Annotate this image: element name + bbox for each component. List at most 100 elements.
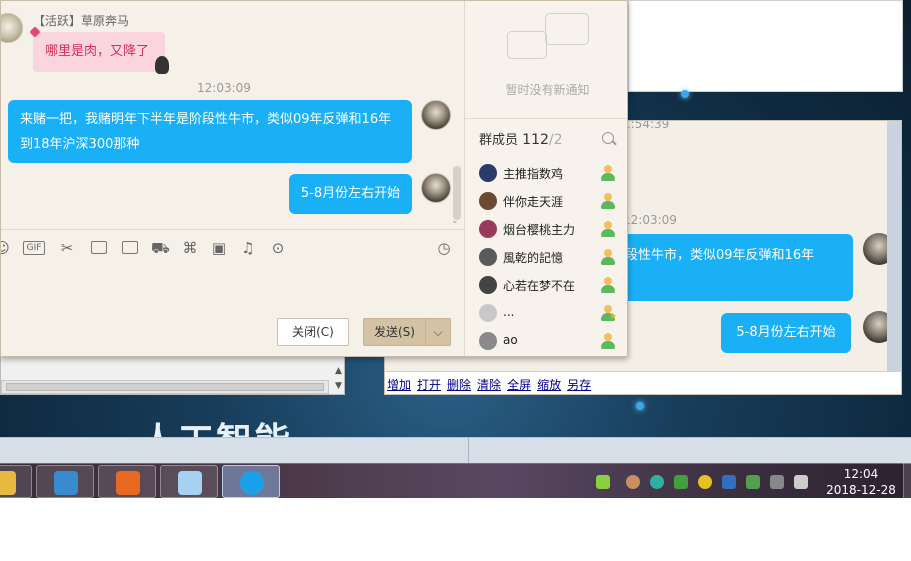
member-avatar: [479, 192, 497, 210]
scrollbar-thumb[interactable]: [6, 383, 324, 391]
link-clear[interactable]: 清除: [477, 378, 501, 392]
member-role-icon: [600, 220, 616, 238]
member-role-star-icon: ★: [600, 304, 617, 322]
link-open[interactable]: 打开: [417, 378, 441, 392]
member-name: 主推指数鸡: [503, 167, 564, 181]
scroll-down-icon[interactable]: ⌄: [451, 216, 459, 226]
member-role-icon: [600, 248, 616, 266]
search-icon[interactable]: [602, 132, 614, 144]
sync-icon[interactable]: [650, 475, 664, 489]
member-avatar: [479, 276, 497, 294]
scissors-icon[interactable]: ✂: [58, 239, 76, 257]
group-side-panel: 暂时没有新通知 群成员 112/2 主推指数鸡 伴你走天涯 烟台樱桃主力 風乾的…: [464, 1, 627, 356]
member-item[interactable]: 風乾的記憶: [479, 245, 627, 269]
member-name: 烟台樱桃主力: [503, 223, 576, 237]
background-white-window[interactable]: [628, 0, 903, 92]
member-item[interactable]: ... ★: [479, 301, 627, 325]
decor-dot: [636, 402, 644, 410]
taskbar-notepad[interactable]: [160, 465, 218, 498]
link-delete[interactable]: 删除: [447, 378, 471, 392]
scroll-up-arrow-icon[interactable]: ▲: [335, 366, 342, 376]
member-name: ...: [503, 305, 515, 319]
taskbar-foxmail[interactable]: [98, 465, 156, 498]
member-avatar: [479, 220, 497, 238]
sender-name: 【活跃】草原奔马: [33, 14, 130, 28]
battery-icon[interactable]: [596, 475, 610, 489]
underlying-window: ▲ ▼: [0, 355, 345, 395]
member-item[interactable]: 心若在梦不在: [479, 273, 627, 297]
plus-tray-icon[interactable]: [698, 475, 712, 489]
gif-icon[interactable]: GIF: [23, 241, 45, 255]
member-name: 心若在梦不在: [503, 279, 576, 293]
send-options-chevron-icon[interactable]: ⌵: [425, 318, 451, 346]
send-button[interactable]: 发送(S): [363, 318, 426, 346]
pink-message-text: 哪里是肉，又降了: [45, 44, 150, 59]
sender-avatar[interactable]: [1, 13, 23, 43]
member-name: 風乾的記憶: [503, 251, 564, 265]
background-window-strip: [0, 437, 911, 463]
bg-message-bubble: 段性牛市，类似09年反弹和16年: [617, 234, 853, 301]
no-notice-text: 暂时没有新通知: [505, 83, 590, 97]
member-role-icon: [600, 164, 616, 182]
image-icon[interactable]: [122, 241, 138, 254]
member-item[interactable]: ao: [479, 329, 627, 353]
link-add[interactable]: 增加: [387, 378, 411, 392]
member-role-icon: [600, 332, 616, 350]
network-icon: [54, 471, 78, 495]
member-avatar: [479, 248, 497, 266]
red-packet-icon[interactable]: ▣: [210, 239, 228, 257]
user-tray-icon[interactable]: [626, 475, 640, 489]
outgoing-message-bubble: 来赌一把，我赌明年下半年是阶段性牛市，类似09年反弹和16年到18年沪深300那…: [8, 100, 412, 163]
members-title: 群成员: [479, 133, 519, 148]
foxmail-icon: [116, 471, 140, 495]
emoji-icon[interactable]: ☺: [1, 239, 11, 257]
message-scrollbar[interactable]: [453, 166, 461, 220]
group-chat-window: 【活跃】草原奔马 哪里是肉，又降了 12:03:09 来赌一把，我赌明年下半年是…: [0, 0, 628, 357]
taskbar-clock[interactable]: 12:04 2018-12-28: [822, 466, 900, 498]
member-item[interactable]: 伴你走天涯: [479, 189, 627, 213]
bg-window-edge: [887, 121, 901, 371]
shield-icon[interactable]: [674, 475, 688, 489]
member-role-icon: [600, 276, 616, 294]
horizontal-scrollbar[interactable]: [1, 380, 329, 394]
member-name: 伴你走天涯: [503, 195, 564, 209]
input-method-icon[interactable]: [722, 475, 736, 489]
close-button[interactable]: 关闭(C): [277, 318, 349, 346]
my-avatar[interactable]: [421, 173, 451, 203]
taskbar-qq[interactable]: [222, 465, 280, 498]
strip-divider: [468, 437, 469, 463]
taskbar-network[interactable]: [36, 465, 94, 498]
history-clock-icon[interactable]: ◷: [435, 239, 453, 257]
action-center-icon[interactable]: [794, 475, 808, 489]
clock-date: 2018-12-28: [826, 483, 896, 497]
show-desktop-button[interactable]: [903, 463, 911, 498]
link-save-as[interactable]: 另存: [567, 378, 591, 392]
message-timestamp: 12:03:09: [197, 81, 251, 95]
member-item[interactable]: 烟台樱桃主力: [479, 217, 627, 241]
clock-time: 12:04: [843, 467, 879, 481]
gift-icon[interactable]: ⌘: [181, 239, 199, 257]
members-count: 112: [522, 132, 549, 148]
bell-icon[interactable]: ♫: [239, 239, 257, 257]
member-item[interactable]: 主推指数鸡: [479, 161, 627, 185]
more-icon[interactable]: ⊙: [269, 239, 287, 257]
member-role-icon: [600, 192, 616, 210]
taskbar-file-explorer[interactable]: [0, 465, 32, 498]
my-avatar[interactable]: [421, 100, 451, 130]
volume-muted-icon[interactable]: [770, 475, 784, 489]
members-count-suffix: /2: [548, 132, 563, 148]
shop-icon[interactable]: ⛟: [151, 239, 170, 257]
bg-timestamp-1: 1:54:39: [623, 120, 670, 131]
bg-message-bubble: 5-8月份左右开始: [721, 313, 851, 353]
message-area: 【活跃】草原奔马 哪里是肉，又降了 12:03:09 来赌一把，我赌明年下半年是…: [1, 1, 464, 229]
member-avatar: [479, 304, 497, 322]
link-zoom[interactable]: 缩放: [537, 378, 561, 392]
member-avatar: [479, 332, 497, 350]
pink-message-bubble: 哪里是肉，又降了: [29, 26, 169, 74]
network-status-icon[interactable]: [746, 475, 760, 489]
folder-icon[interactable]: [91, 241, 107, 254]
link-fullscreen[interactable]: 全屏: [507, 378, 531, 392]
notice-area: 暂时没有新通知: [465, 1, 627, 119]
member-name: ao: [503, 333, 518, 347]
scroll-down-arrow-icon[interactable]: ▼: [335, 381, 342, 391]
